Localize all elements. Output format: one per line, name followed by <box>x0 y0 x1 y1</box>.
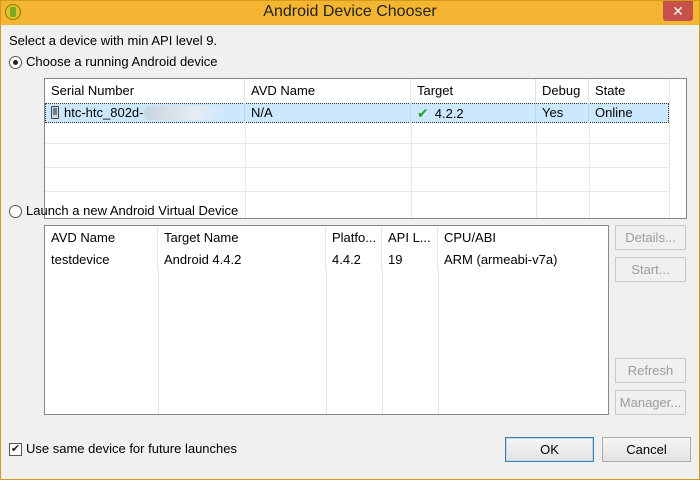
cell-cpu-abi: ARM (armeabi-v7a) <box>444 252 558 267</box>
column-header-state[interactable]: State <box>589 79 671 103</box>
running-device-radio[interactable] <box>9 56 22 69</box>
details-button[interactable]: Details... <box>615 225 686 250</box>
column-divider <box>245 123 246 218</box>
ok-button[interactable]: OK <box>505 437 594 462</box>
dialog-body: Select a device with min API level 9. Ch… <box>1 25 699 479</box>
cell-debug: Yes <box>536 103 589 123</box>
column-divider <box>589 123 590 218</box>
start-button[interactable]: Start... <box>615 257 686 282</box>
cell-avd-name: testdevice <box>45 250 158 270</box>
running-device-radio-label[interactable]: Choose a running Android device <box>26 54 218 69</box>
same-device-label[interactable]: Use same device for future launches <box>26 441 237 456</box>
refresh-button[interactable]: Refresh <box>615 358 686 383</box>
serial-value: htc-htc_802d- <box>64 105 144 120</box>
cell-avd-name: N/A <box>245 103 411 123</box>
table-row[interactable]: testdevice Android 4.4.2 4.4.2 19 ARM (a… <box>45 250 608 270</box>
same-device-checkbox[interactable]: ✔ <box>9 443 22 456</box>
cell-state: Online <box>595 105 633 120</box>
launch-avd-radio-label[interactable]: Launch a new Android Virtual Device <box>26 203 238 218</box>
table-row[interactable]: htc-htc_802d- N/A ✔ 4.2.2 Yes Online <box>45 103 669 123</box>
cell-platform: 4.4.2 <box>326 250 382 270</box>
title-bar[interactable]: Android Device Chooser ✕ <box>1 1 699 25</box>
column-header-serial[interactable]: Serial Number <box>45 79 245 103</box>
column-header-avd-name[interactable]: AVD Name <box>45 226 158 250</box>
prompt-text: Select a device with min API level 9. <box>9 33 218 48</box>
column-divider <box>438 270 439 414</box>
android-device-chooser-window: Android Device Chooser ✕ Select a device… <box>0 0 700 480</box>
grid-line <box>45 191 671 192</box>
grid-line <box>45 167 671 168</box>
column-header-api-level[interactable]: API L... <box>382 226 438 250</box>
column-header-platform[interactable]: Platfo... <box>326 226 382 250</box>
cell-api-level: 19 <box>382 250 438 270</box>
close-button[interactable]: ✕ <box>663 1 693 21</box>
column-header-debug[interactable]: Debug <box>536 79 589 103</box>
column-header-cpu-abi[interactable]: CPU/ABI <box>438 226 608 250</box>
vertical-scrollbar[interactable] <box>669 79 686 218</box>
cell-target: ✔ 4.2.2 <box>411 103 536 123</box>
manager-button[interactable]: Manager... <box>615 390 686 415</box>
column-divider <box>411 123 412 218</box>
phone-icon <box>51 106 59 119</box>
cell-target-name: Android 4.4.2 <box>158 250 326 270</box>
cell-serial: htc-htc_802d- <box>45 103 245 123</box>
avd-table-header: AVD Name Target Name Platfo... API L... … <box>45 226 608 250</box>
window-title: Android Device Chooser <box>263 3 437 20</box>
running-devices-header: Serial Number AVD Name Target Debug Stat… <box>45 79 671 103</box>
column-divider <box>326 270 327 414</box>
cancel-button[interactable]: Cancel <box>602 437 691 462</box>
column-divider <box>536 123 537 218</box>
column-header-target-name[interactable]: Target Name <box>158 226 326 250</box>
grid-line <box>45 143 671 144</box>
target-value: 4.2.2 <box>434 106 464 121</box>
avd-table[interactable]: AVD Name Target Name Platfo... API L... … <box>44 225 609 415</box>
column-header-avd-name[interactable]: AVD Name <box>245 79 411 103</box>
column-divider <box>382 270 383 414</box>
running-devices-table[interactable]: Serial Number AVD Name Target Debug Stat… <box>44 78 687 219</box>
redacted-serial-blur <box>143 106 228 120</box>
launch-avd-radio[interactable] <box>9 205 22 218</box>
column-header-target[interactable]: Target <box>411 79 536 103</box>
column-divider <box>158 270 159 414</box>
checkmark-icon: ✔ <box>417 105 429 121</box>
